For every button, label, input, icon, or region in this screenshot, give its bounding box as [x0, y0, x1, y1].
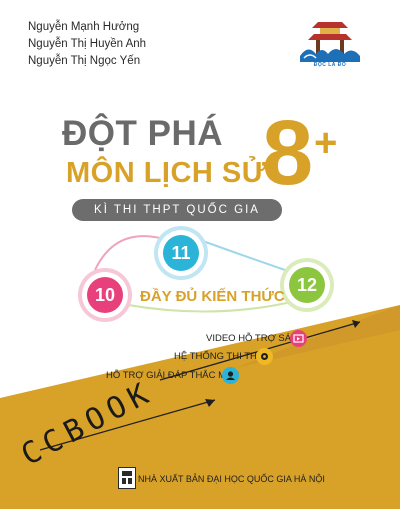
video-icon — [290, 330, 307, 347]
feature-support: HỖ TRỢ GIẢI ĐÁP THẮC MẮC — [106, 370, 240, 381]
feature-exam: HỆ THỐNG THI THỬ — [174, 351, 265, 362]
publisher-logo-icon — [118, 467, 136, 489]
knowledge-caption: ĐẦY ĐỦ KIẾN THỨC — [140, 288, 285, 305]
support-icon — [222, 367, 239, 384]
grade-circle-10: 10 — [82, 272, 128, 318]
grade-circle-12: 12 — [284, 262, 330, 308]
book-cover: Nguyễn Mạnh Hưởng Nguyễn Thị Huyền Anh N… — [0, 0, 400, 509]
publisher-name: NHÀ XUẤT BẢN ĐẠI HỌC QUỐC GIA HÀ NỘI — [138, 474, 325, 484]
grade-badge-10: 10 — [87, 277, 123, 313]
exam-icon — [256, 348, 273, 365]
grade-badge-12: 12 — [289, 267, 325, 303]
grade-badge-11: 11 — [163, 235, 199, 271]
grade-circle-11: 11 — [158, 230, 204, 276]
